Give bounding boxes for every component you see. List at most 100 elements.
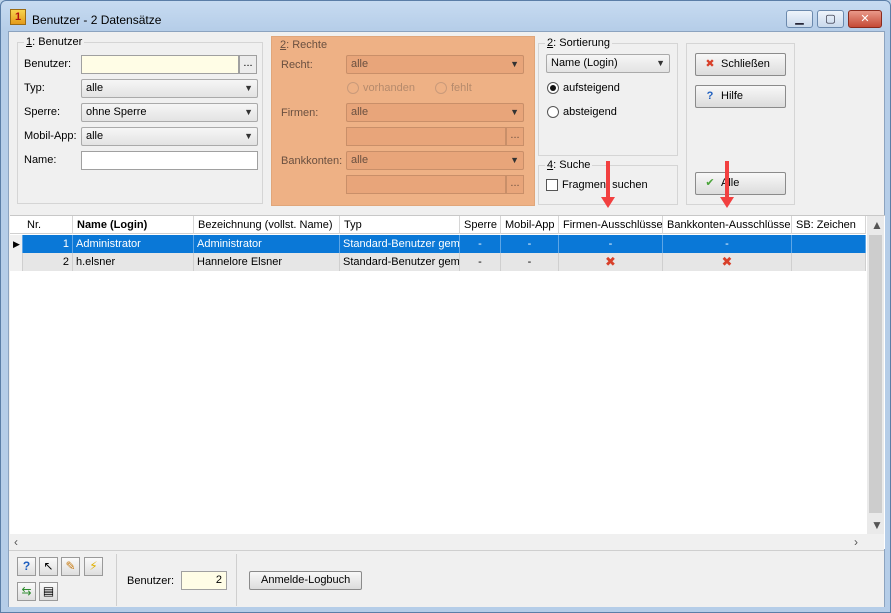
fehlt-label: fehlt	[451, 82, 472, 94]
annotation-arrow-bankkonten	[720, 161, 734, 208]
pencil-icon[interactable]: ✎	[61, 557, 80, 576]
help-icon[interactable]: ?	[17, 557, 36, 576]
column-header-nr[interactable]: Nr.	[23, 216, 73, 234]
column-header-firmen-ausschluesse[interactable]: Firmen-Ausschlüsse	[559, 216, 663, 234]
grid-header: Nr. Name (Login) Bezeichnung (vollst. Na…	[10, 216, 866, 234]
alle-button[interactable]: ✔ Alle	[695, 172, 786, 195]
sortierung-select[interactable]: Name (Login) ▼	[546, 54, 670, 73]
name-label: Name:	[24, 154, 57, 166]
maximize-button[interactable]: ▢	[817, 10, 844, 28]
horizontal-scrollbar[interactable]: ‹ ›	[10, 534, 884, 550]
cell-bezeichnung: Hannelore Elsner	[194, 253, 340, 271]
cell-name: Administrator	[73, 235, 194, 253]
name-input[interactable]	[81, 151, 258, 170]
cell-bankkonten-x-icon: ✖	[663, 253, 792, 271]
print-icon[interactable]: ▤	[39, 582, 58, 601]
buttons-panel: ✖ Schließen ? Hilfe ✔ Alle	[686, 43, 795, 205]
hilfe-button[interactable]: ? Hilfe	[695, 85, 786, 108]
mobil-app-label: Mobil-App:	[24, 130, 77, 142]
cell-nr: 2	[23, 253, 73, 271]
firmen-select[interactable]: alle ▼	[346, 103, 524, 122]
column-header-bezeichnung[interactable]: Bezeichnung (vollst. Name)	[194, 216, 340, 234]
firmen-browse-button[interactable]: ...	[506, 127, 524, 146]
recht-select[interactable]: alle ▼	[346, 55, 524, 74]
help-icon: ?	[706, 90, 714, 102]
benutzer-browse-button[interactable]: ...	[239, 55, 257, 74]
typ-select[interactable]: alle ▼	[81, 79, 258, 98]
column-header-sperre[interactable]: Sperre	[460, 216, 501, 234]
users-grid: Nr. Name (Login) Bezeichnung (vollst. Na…	[10, 215, 885, 550]
refresh-icon[interactable]: ⇆	[17, 582, 36, 601]
cell-sperre: -	[460, 253, 501, 271]
aufsteigend-label: aufsteigend	[563, 82, 620, 94]
sperre-select[interactable]: ohne Sperre ▼	[81, 103, 258, 122]
chevron-down-icon: ▼	[244, 107, 253, 117]
cell-sperre: -	[460, 235, 501, 253]
absteigend-radio[interactable]	[547, 106, 559, 118]
footer-benutzer-count: 2	[181, 571, 227, 590]
chevron-down-icon: ▼	[656, 58, 665, 68]
window-title: Benutzer - 2 Datensätze	[32, 13, 162, 27]
cell-mobil-app: -	[501, 253, 559, 271]
cell-mobil-app: -	[501, 235, 559, 253]
benutzer-input[interactable]	[81, 55, 239, 74]
column-header-typ[interactable]: Typ	[340, 216, 460, 234]
suche-group-title: 4: Suche	[545, 159, 593, 171]
bankkonten-browse-button[interactable]: ...	[506, 175, 524, 194]
title-bar[interactable]: 1 Benutzer - 2 Datensätze ▁ ▢ ✕	[1, 1, 890, 31]
cell-typ: Standard-Benutzer gemä	[340, 235, 460, 253]
schliessen-button[interactable]: ✖ Schließen	[695, 53, 786, 76]
footer-separator	[236, 554, 237, 606]
benutzer-group-title: 1: Benutzer	[24, 36, 85, 48]
vertical-scroll-thumb[interactable]	[869, 235, 882, 513]
vorhanden-label: vorhanden	[363, 82, 415, 94]
annotation-arrow-firmen	[601, 161, 615, 208]
aufsteigend-radio[interactable]	[547, 82, 559, 94]
column-header-name[interactable]: Name (Login)	[73, 216, 194, 234]
fragment-label: Fragment suchen	[562, 179, 648, 191]
cursor-icon[interactable]: ↖	[39, 557, 58, 576]
column-header-bankkonten-ausschluesse[interactable]: Bankkonten-Ausschlüsse	[663, 216, 792, 234]
chevron-down-icon: ▼	[244, 83, 253, 93]
client-area: 1: Benutzer Benutzer: ... Typ: alle ▼ Spe…	[8, 31, 885, 607]
sortierung-group-title: 2: Sortierung	[545, 37, 612, 49]
bankkonten-detail-input[interactable]	[346, 175, 506, 194]
vertical-scrollbar[interactable]: ▲ ▼	[867, 216, 884, 534]
cell-typ: Standard-Benutzer gemä	[340, 253, 460, 271]
table-row[interactable]: ▶ 1 Administrator Administrator Standard…	[10, 235, 866, 253]
lightning-icon[interactable]: ⚡	[84, 557, 103, 576]
anmelde-logbuch-button[interactable]: Anmelde-Logbuch	[249, 571, 362, 590]
cell-sb-zeichen	[792, 235, 866, 253]
cell-firmen-x-icon: ✖	[559, 253, 663, 271]
vorhanden-radio[interactable]	[347, 82, 359, 94]
footer-toolbar: ? ↖ ✎ ⚡ ⇆ ▤ Benutzer: 2 Anmelde-Logbuch	[9, 550, 884, 607]
sortierung-group: 2: Sortierung Name (Login) ▼ aufsteigend …	[538, 37, 678, 156]
mobil-app-select[interactable]: alle ▼	[81, 127, 258, 146]
sperre-label: Sperre:	[24, 106, 61, 118]
scroll-down-icon[interactable]: ▼	[871, 518, 883, 532]
firmen-detail-input[interactable]	[346, 127, 506, 146]
scroll-right-icon[interactable]: ›	[854, 535, 858, 549]
column-header-sb-zeichen[interactable]: SB: Zeichen	[792, 216, 866, 234]
scroll-up-icon[interactable]: ▲	[871, 218, 883, 232]
rechte-group-title: 2: Rechte	[278, 39, 330, 51]
app-icon: 1	[10, 9, 26, 25]
footer-separator	[116, 554, 117, 606]
close-icon: ✖	[705, 58, 715, 70]
scroll-left-icon[interactable]: ‹	[14, 535, 18, 549]
cell-name: h.elsner	[73, 253, 194, 271]
close-window-button[interactable]: ✕	[848, 10, 882, 28]
fragment-checkbox[interactable]	[546, 179, 558, 191]
chevron-down-icon: ▼	[510, 107, 519, 117]
cell-sb-zeichen	[792, 253, 866, 271]
fehlt-radio[interactable]	[435, 82, 447, 94]
minimize-button[interactable]: ▁	[786, 10, 813, 28]
rechte-group: 2: Rechte Recht: alle ▼ vorhanden fehlt F…	[271, 36, 535, 206]
table-row[interactable]: 2 h.elsner Hannelore Elsner Standard-Ben…	[10, 253, 866, 271]
firmen-label: Firmen:	[281, 107, 319, 119]
bankkonten-select[interactable]: alle ▼	[346, 151, 524, 170]
bankkonten-label: Bankkonten:	[281, 155, 343, 167]
column-header-mobil-app[interactable]: Mobil-App	[501, 216, 559, 234]
benutzer-label: Benutzer:	[24, 58, 72, 70]
main-window: 1 Benutzer - 2 Datensätze ▁ ▢ ✕ 1: Benut…	[0, 0, 891, 613]
